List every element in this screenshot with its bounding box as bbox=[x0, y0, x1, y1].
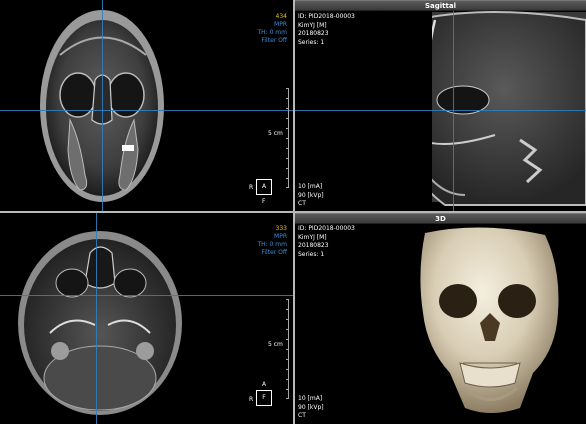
scale-bar bbox=[285, 299, 289, 399]
slice-number: 434 bbox=[275, 13, 287, 20]
sagittal-viewport[interactable]: Sagittal ID: PID2018-00003 KimYJ [M] 201… bbox=[295, 0, 586, 211]
crosshair-vertical[interactable] bbox=[102, 0, 103, 211]
orientation-left-label: R bbox=[249, 184, 254, 191]
filter-label: Filter Off bbox=[261, 37, 287, 44]
crosshair-horizontal[interactable] bbox=[295, 110, 586, 111]
mode-label: MPR bbox=[274, 21, 287, 28]
crosshair-horizontal[interactable] bbox=[0, 110, 293, 111]
filter-label: Filter Off bbox=[261, 249, 287, 256]
overlay-info: 333 MPR TH: 0 mm Filter Off bbox=[257, 225, 287, 257]
3d-viewport[interactable]: 3D ID: PID2018-00003 KimYJ [M] 20180823 … bbox=[295, 213, 586, 424]
series-label: Series: 1 bbox=[298, 38, 325, 46]
overlay-info: 434 MPR TH: 0 mm Filter Off bbox=[257, 13, 287, 45]
tube-current: 10 [mA] bbox=[298, 395, 323, 402]
skull-axial-image-top bbox=[40, 10, 164, 202]
acquisition-info: 10 [mA] 90 [kVp] CT bbox=[298, 395, 324, 421]
crosshair-vertical[interactable] bbox=[453, 11, 454, 211]
orientation-bottom-label: F bbox=[262, 198, 266, 205]
tube-current: 10 [mA] bbox=[298, 183, 323, 190]
series-label: Series: 1 bbox=[298, 250, 325, 258]
tube-voltage: 90 [kVp] bbox=[298, 403, 324, 411]
modality-label: CT bbox=[298, 412, 306, 419]
patient-info: ID: PID2018-00003 KimYJ [M] 20180823 Ser… bbox=[298, 13, 355, 47]
acquisition-info: 10 [mA] 90 [kVp] CT bbox=[298, 183, 324, 209]
patient-name: KimYJ [M] bbox=[298, 21, 327, 29]
patient-id: ID: PID2018-00003 bbox=[298, 13, 355, 20]
modality-label: CT bbox=[298, 200, 306, 207]
scale-label: 5 cm bbox=[268, 130, 283, 137]
patient-name: KimYJ [M] bbox=[298, 233, 327, 241]
scale-label: 5 cm bbox=[268, 341, 283, 348]
crosshair-horizontal[interactable] bbox=[0, 295, 293, 296]
scale-bar bbox=[285, 88, 289, 188]
orientation-cube[interactable]: A bbox=[256, 179, 272, 195]
tube-voltage: 90 [kVp] bbox=[298, 191, 324, 199]
patient-info: ID: PID2018-00003 KimYJ [M] 20180823 Ser… bbox=[298, 225, 355, 259]
skull-axial-image-bottom bbox=[18, 231, 182, 415]
axial-viewport-top[interactable]: 434 MPR TH: 0 mm Filter Off 5 cm R A F bbox=[0, 0, 293, 211]
mode-label: MPR bbox=[274, 233, 287, 240]
thickness-label: TH: 0 mm bbox=[257, 241, 287, 248]
orientation-cube[interactable]: F bbox=[256, 390, 272, 406]
imaging-workspace: 434 MPR TH: 0 mm Filter Off 5 cm R A F S… bbox=[0, 0, 586, 424]
orientation-top-label: A bbox=[262, 381, 267, 388]
study-date: 20180823 bbox=[298, 30, 329, 37]
slice-number: 333 bbox=[275, 225, 287, 232]
patient-id: ID: PID2018-00003 bbox=[298, 225, 355, 232]
axial-viewport-bottom[interactable]: 333 MPR TH: 0 mm Filter Off 5 cm A R F bbox=[0, 213, 293, 424]
thickness-label: TH: 0 mm bbox=[257, 29, 287, 36]
orientation-left-label: R bbox=[249, 396, 254, 403]
study-date: 20180823 bbox=[298, 242, 329, 249]
crosshair-vertical[interactable] bbox=[96, 213, 97, 424]
